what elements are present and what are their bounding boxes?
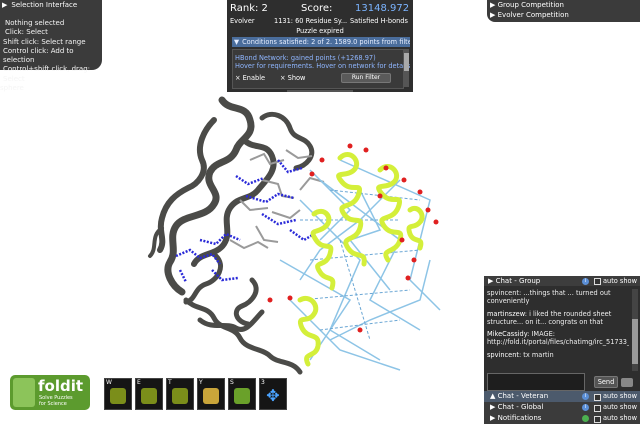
puzzle-info-row: Evolver 1131: 60 Residue Sy... Satisfied… bbox=[230, 17, 408, 25]
auto-show-checkbox[interactable] bbox=[594, 394, 601, 401]
score-panel: Rank: 2 Score: 13148.972 Evolver 1131: 6… bbox=[227, 0, 413, 92]
foldit-figure-icon bbox=[13, 378, 35, 407]
filter-box: HBond Network: gained points (+1268.97) … bbox=[232, 49, 410, 89]
rebuild-button[interactable]: Y bbox=[197, 378, 225, 410]
help-line: Control+shift click, drag: Select bbox=[3, 65, 91, 83]
conditions-header[interactable]: ▼ Conditions satisfied: 2 of 2. 1589.0 po… bbox=[232, 37, 410, 47]
expand-arrow-icon: ▶ bbox=[490, 11, 496, 19]
conditions-text: Conditions satisfied: 2 of 2. 1589.0 poi… bbox=[242, 38, 410, 46]
selection-panel: ▶ Selection Interface Nothing selected Cl… bbox=[0, 0, 102, 92]
tab-label: ▶ Notifications bbox=[490, 414, 542, 422]
help-line: Nothing selected bbox=[5, 19, 65, 27]
score-value: 13148.972 bbox=[355, 3, 410, 14]
chat-message: spvincent: ...things that ... turned out… bbox=[487, 289, 611, 306]
chat-panel: ▶ Chat - Group i auto show spvincent: ..… bbox=[484, 276, 640, 424]
wiggle-all-icon bbox=[110, 388, 126, 404]
run-filter-button[interactable]: Run Filter bbox=[341, 73, 391, 83]
expand-arrow-icon: ▶ bbox=[490, 1, 496, 9]
scrollbar-thumb[interactable] bbox=[632, 319, 638, 364]
competition-label: Group Competition bbox=[497, 1, 564, 9]
competition-label: Evolver Competition bbox=[497, 11, 569, 19]
check-icon: × bbox=[280, 74, 286, 82]
hotkey-label: Y bbox=[199, 379, 203, 386]
evolver-competition-item[interactable]: ▶ Evolver Competition bbox=[490, 11, 569, 19]
enable-label: Enable bbox=[242, 74, 266, 82]
rank-label: Rank: 2 bbox=[230, 3, 268, 14]
info-icon[interactable]: i bbox=[582, 277, 589, 285]
filter-scrollbar[interactable] bbox=[404, 49, 409, 87]
chat-message: martinszew: i liked the rounded sheet st… bbox=[487, 309, 612, 326]
chat-message: MikeCassidy: IMAGE: http://fold.it/porta… bbox=[487, 330, 629, 347]
move-arrows-icon: ✥ bbox=[266, 386, 280, 405]
chat-messages: spvincent: ...things that ... turned out… bbox=[487, 289, 629, 371]
enable-checkbox[interactable]: × Enable bbox=[235, 74, 265, 82]
expand-arrow-icon[interactable]: ▶ bbox=[2, 1, 7, 9]
tweak-all-icon bbox=[172, 388, 188, 404]
shake-all-button[interactable]: E bbox=[135, 378, 163, 410]
puzzle-name[interactable]: 1131: 60 Residue Sy... bbox=[274, 17, 347, 25]
auto-show-label: auto show bbox=[603, 403, 637, 411]
auto-show-label: auto show bbox=[603, 277, 637, 285]
chat-scrollbar[interactable] bbox=[632, 289, 638, 371]
rebuild-icon bbox=[203, 388, 219, 404]
puzzle-status: Puzzle expired bbox=[296, 27, 344, 35]
auto-show-checkbox[interactable] bbox=[594, 278, 601, 285]
hotkey-label: 3 bbox=[261, 379, 265, 386]
group-competition-item[interactable]: ▶ Group Competition bbox=[490, 1, 564, 9]
filter-hint: Hover for requirements. Hover on network… bbox=[235, 62, 411, 70]
shake-sidechains-button[interactable]: S bbox=[228, 378, 256, 410]
help-line: Click: Select bbox=[5, 28, 48, 37]
helix-cartoon bbox=[297, 152, 425, 367]
tweak-all-button[interactable]: T bbox=[166, 378, 194, 410]
chat-group-label: ▶ Chat - Group bbox=[488, 277, 541, 285]
auto-show-checkbox[interactable] bbox=[594, 416, 601, 423]
notification-status-icon[interactable] bbox=[582, 415, 589, 422]
puzzle-objective: Satisfied H-bonds bbox=[350, 17, 408, 25]
camera-icon[interactable] bbox=[621, 378, 633, 387]
collapse-arrow-icon[interactable]: ▼ bbox=[234, 38, 239, 46]
tab-label: ▶ Chat - Global bbox=[490, 403, 544, 411]
competition-panel: ▶ Group Competition ▶ Evolver Competitio… bbox=[487, 0, 640, 22]
show-checkbox[interactable]: × Show bbox=[280, 74, 305, 82]
info-icon[interactable]: i bbox=[582, 404, 589, 411]
hotkey-label: E bbox=[137, 379, 141, 386]
selection-panel-title: Selection Interface bbox=[11, 1, 78, 9]
score-label: Score: bbox=[301, 3, 333, 14]
chat-veteran-tab[interactable]: ▲ Chat - Veteran i auto show bbox=[484, 391, 640, 402]
shake-all-icon bbox=[141, 388, 157, 404]
info-icon[interactable]: i bbox=[582, 393, 589, 400]
send-button[interactable]: Send bbox=[594, 376, 618, 388]
show-label: Show bbox=[287, 74, 306, 82]
check-icon: × bbox=[235, 74, 241, 82]
chat-message: spvincent: tx martin bbox=[487, 350, 554, 359]
shake-sidechains-icon bbox=[234, 388, 250, 404]
selection-help-text: Nothing selected Click: Select Shift cli… bbox=[0, 19, 102, 93]
foldit-logo[interactable]: foldit Solve Puzzles for Science bbox=[10, 375, 90, 410]
chat-group-tab[interactable]: ▶ Chat - Group i auto show bbox=[484, 276, 640, 286]
auto-show-label: auto show bbox=[603, 392, 637, 400]
scrollbar-thumb[interactable] bbox=[404, 53, 409, 71]
selection-panel-header[interactable]: ▶ Selection Interface bbox=[2, 1, 77, 9]
logo-text: foldit bbox=[38, 377, 84, 395]
help-line: Shift click: Select range bbox=[3, 37, 86, 46]
filter-result[interactable]: HBond Network: gained points (+1268.97) bbox=[235, 54, 376, 62]
help-line: sphere bbox=[0, 84, 24, 93]
logo-subtitle: Solve Puzzles for Science bbox=[39, 395, 73, 407]
move-tool-button[interactable]: 3 ✥ bbox=[259, 378, 287, 410]
group-name: Evolver bbox=[230, 17, 255, 25]
chat-global-tab[interactable]: ▶ Chat - Global i auto show bbox=[484, 402, 640, 413]
tab-label: ▲ Chat - Veteran bbox=[490, 392, 549, 400]
chat-input[interactable] bbox=[487, 373, 585, 391]
help-line: Control click: Add to selection bbox=[3, 46, 74, 65]
hotkey-label: T bbox=[168, 379, 172, 386]
notifications-tab[interactable]: ▶ Notifications auto show bbox=[484, 413, 640, 424]
panel-resize-handle[interactable] bbox=[287, 90, 353, 92]
wiggle-all-button[interactable]: W bbox=[104, 378, 132, 410]
auto-show-checkbox[interactable] bbox=[594, 405, 601, 412]
hotkey-label: W bbox=[106, 379, 112, 386]
auto-show-label: auto show bbox=[603, 414, 637, 422]
hotkey-label: S bbox=[230, 379, 234, 386]
